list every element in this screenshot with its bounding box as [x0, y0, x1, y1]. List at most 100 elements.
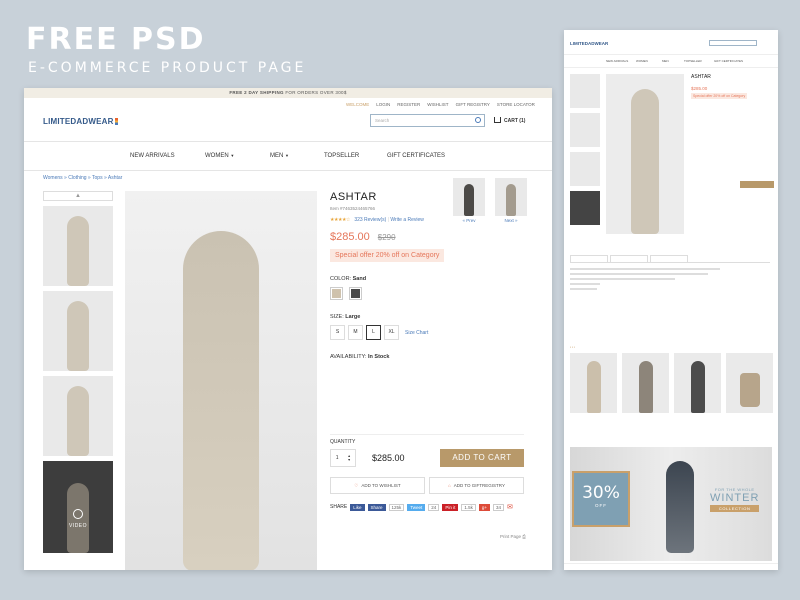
toplink-store-locator[interactable]: STORE LOCATOR [497, 102, 535, 107]
preview-title: ASHTAR [691, 74, 711, 80]
reviews-link[interactable]: 323 Review(s) [354, 217, 386, 223]
wishlist-label: ADD TO WISHLIST [361, 483, 401, 488]
thumbnail-3[interactable] [43, 376, 113, 456]
toplink-wishlist[interactable]: WISHLIST [427, 102, 448, 107]
nav-men[interactable]: MEN ▼ [270, 153, 289, 159]
preview-tab-1 [570, 255, 608, 262]
size-m[interactable]: M [348, 325, 363, 340]
promo-bold: FREE 2 DAY SHIPPING [229, 90, 284, 95]
write-review-link[interactable]: Write a Review [390, 217, 424, 223]
winter-collection-text: FOR THE WHOLE WINTER COLLECTION [710, 487, 760, 512]
preview-footer [564, 563, 778, 570]
email-icon[interactable]: ✉ [507, 503, 513, 511]
size-options: S M L XL Size Chart [330, 325, 530, 340]
preview-nav-topseller: TOPSELLER [684, 59, 702, 63]
size-l[interactable]: L [366, 325, 381, 340]
model-figure [638, 361, 653, 413]
promo-rest: FOR ORDERS OVER 300$ [283, 90, 347, 95]
thumbnail-1[interactable] [43, 206, 113, 286]
swatch-charcoal[interactable] [349, 287, 362, 300]
tweet-button[interactable]: Tweet [407, 503, 426, 511]
quantity-value: 1 [335, 455, 339, 461]
old-price: $290 [377, 233, 396, 242]
size-chart-link[interactable]: Size Chart [405, 330, 428, 336]
thumbnail-video[interactable]: VIDEO [43, 461, 113, 553]
pinterest-button[interactable]: Pin it [442, 503, 459, 511]
rec-image [726, 353, 773, 413]
headline: FREE PSD [26, 22, 206, 57]
size-xl[interactable]: XL [384, 325, 399, 340]
nav-women[interactable]: WOMEN ▼ [205, 153, 234, 159]
pin-count: 1.5k [461, 503, 476, 511]
preview-add-to-cart [740, 181, 774, 188]
breadcrumb[interactable]: Womens » Clothing » Tops » Ashtar [43, 175, 122, 181]
model-figure [690, 361, 705, 413]
size-s[interactable]: S [330, 325, 345, 340]
preview-thumb-1 [570, 74, 600, 108]
search-icon[interactable] [475, 117, 481, 123]
add-to-giftregistry-button[interactable]: ⌂ ADD TO GIFTREGISTRY [429, 477, 524, 494]
preview-tab-2 [610, 255, 648, 262]
toplink-register[interactable]: REGISTER [397, 102, 420, 107]
color-value: Sand [352, 276, 367, 282]
facebook-share-button[interactable]: Share [367, 503, 386, 511]
nav-gift-certificates[interactable]: GIFT CERTIFICATES [387, 153, 445, 159]
facebook-count: 125k [388, 503, 405, 511]
preview-nav-new-arrivals: NEW ARRIVALS [606, 59, 629, 63]
print-page-link[interactable]: Print Page ⎙ [500, 534, 526, 539]
preview-nav-women: WOMEN [636, 59, 648, 63]
add-to-wishlist-button[interactable]: ♡ ADD TO WISHLIST [330, 477, 425, 494]
alt-product-thumbs: « Prev Next » [453, 178, 527, 223]
thumb-up-arrow-icon[interactable]: ▲ [43, 191, 113, 201]
preview-rec-item [622, 353, 669, 413]
model-figure [631, 89, 659, 234]
print-page-label: Print Page [500, 534, 522, 539]
stepper-arrows-icon[interactable]: ▴ ▾ [348, 454, 350, 462]
preview-price: $285.00 [691, 86, 708, 91]
search-input[interactable]: Search [370, 114, 485, 127]
preview-description-text [570, 268, 720, 293]
cart-button[interactable]: CART (1) [494, 117, 525, 124]
prev-link[interactable]: « Prev [462, 218, 475, 223]
play-icon[interactable] [73, 509, 83, 519]
thumbnail-2[interactable] [43, 291, 113, 371]
search-placeholder: Search [375, 118, 390, 123]
next-product[interactable]: Next » [495, 178, 527, 223]
model-figure [67, 386, 89, 456]
model-figure [67, 301, 89, 371]
nav-women-label: WOMEN [205, 153, 229, 159]
swatch-sand[interactable] [330, 287, 343, 300]
text-line [570, 278, 675, 280]
google-plus-icon[interactable]: g+ [478, 503, 490, 511]
preview-rec-item [570, 353, 617, 413]
prev-product[interactable]: « Prev [453, 178, 485, 223]
toplink-welcome: WELCOME [346, 102, 370, 107]
thumbnail-strip: ▲ VIDEO [43, 191, 113, 553]
star-rating-icon: ★★★★☆ [330, 217, 350, 223]
site-logo[interactable]: LIMITEDADWEAR [43, 117, 118, 126]
quantity-row: 1 ▴ ▾ $285.00 ADD TO CART [330, 449, 524, 467]
preview-product-info: ASHTAR $285.00 Special offer 20% off on … [691, 74, 773, 99]
nav-topseller[interactable]: TOPSELLER [324, 153, 359, 159]
text-line [570, 283, 600, 285]
chevron-down-icon: ▼ [230, 153, 235, 158]
next-link[interactable]: Next » [504, 218, 517, 223]
toplink-login[interactable]: LOGIN [376, 102, 390, 107]
model-figure [67, 216, 89, 286]
subline: E-COMMERCE PRODUCT PAGE [28, 60, 307, 76]
preview-recommended-row [570, 353, 773, 413]
preview-tab-3 [650, 255, 688, 262]
quantity-stepper[interactable]: 1 ▴ ▾ [330, 449, 356, 467]
availability-value: In Stock [368, 354, 390, 360]
toplink-gift-registry[interactable]: GIFT REGISTRY [456, 102, 490, 107]
facebook-like-button[interactable]: Like [350, 503, 365, 511]
product-main-image[interactable] [125, 191, 317, 570]
gplus-count: 34 [492, 503, 504, 511]
tweet-count: 24 [428, 503, 440, 511]
print-icon: ⎙ [522, 534, 526, 539]
color-swatches [330, 287, 530, 300]
nav-new-arrivals[interactable]: NEW ARRIVALS [130, 153, 175, 159]
add-to-cart-button[interactable]: ADD TO CART [440, 449, 524, 467]
winter-line-3: COLLECTION [710, 505, 760, 512]
preview-logo: LIMITEDADWEAR [570, 41, 609, 46]
